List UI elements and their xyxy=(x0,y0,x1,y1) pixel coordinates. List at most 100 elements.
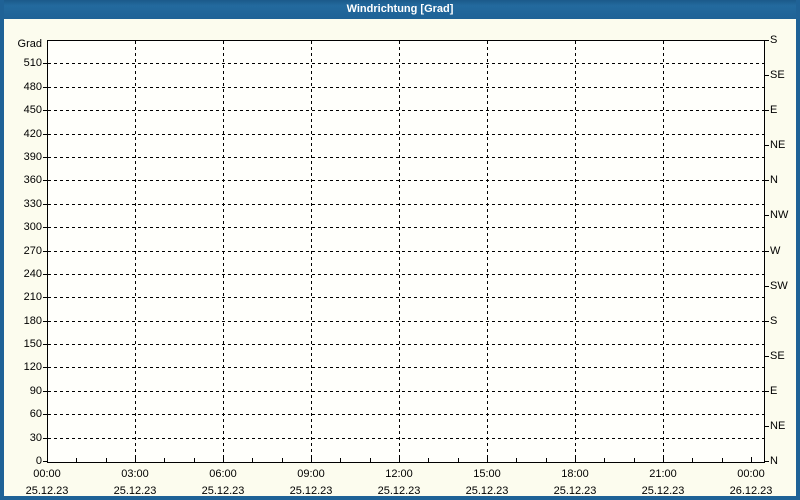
y-left-tick xyxy=(43,320,47,322)
y-left-tick-label: 60 xyxy=(29,408,42,421)
y-left-tick xyxy=(43,437,47,439)
y-left-tick xyxy=(43,86,47,88)
x-tick-date-label: 25.12.23 xyxy=(553,485,597,497)
y-right-tick xyxy=(765,285,769,287)
h-gridline xyxy=(48,414,764,416)
y-left-tick-label: 120 xyxy=(23,361,42,374)
x-minor-tick xyxy=(281,458,283,462)
y-right-tick-label: NE xyxy=(770,419,786,432)
y-right-tick-label: W xyxy=(770,244,781,257)
x-major-tick xyxy=(399,457,400,462)
h-gridline xyxy=(48,227,764,229)
y-right-tick-label: E xyxy=(770,104,778,117)
h-gridline xyxy=(48,344,764,346)
x-minor-tick xyxy=(457,458,459,462)
y-right-tick-label: N xyxy=(770,455,778,467)
x-tick-date-label: 25.12.23 xyxy=(465,485,509,497)
y-right-tick xyxy=(765,40,769,41)
y-left-tick xyxy=(43,414,47,416)
x-minor-tick xyxy=(193,458,195,462)
x-minor-tick xyxy=(164,458,166,462)
x-tick-time-label: 09:00 xyxy=(297,468,325,480)
h-gridline xyxy=(48,367,764,369)
x-tick-time-label: 00:00 xyxy=(737,468,765,480)
y-left-tick xyxy=(43,180,47,182)
y-left-tick xyxy=(43,390,47,392)
chart-window: Windrichtung [Grad] 0 30 60 90 120 150 180 210 2… xyxy=(0,0,800,500)
x-tick-date-label: 26.12.23 xyxy=(729,485,773,497)
y-left-tick-label: 300 xyxy=(23,221,42,234)
x-minor-tick xyxy=(721,458,723,462)
y-left-tick-label: 90 xyxy=(29,384,42,397)
x-major-tick xyxy=(135,457,136,462)
y-right-tick xyxy=(765,461,769,462)
x-tick-date-label: 25.12.23 xyxy=(289,485,333,497)
x-minor-tick xyxy=(252,458,254,462)
y-left-tick xyxy=(43,156,47,158)
y-left-tick-label: 450 xyxy=(23,104,42,117)
y-left-tick xyxy=(43,273,47,275)
h-gridline xyxy=(48,320,764,322)
h-gridline xyxy=(48,250,764,252)
y-right-tick-label: NW xyxy=(770,209,789,222)
x-tick-date-label: 25.12.23 xyxy=(641,485,685,497)
plot-area xyxy=(47,40,765,463)
h-gridline xyxy=(48,390,764,392)
y-left-tick xyxy=(43,250,47,252)
h-gridline xyxy=(48,63,764,65)
h-gridline xyxy=(48,110,764,112)
x-tick-time-label: 00:00 xyxy=(33,468,61,480)
y-left-tick xyxy=(43,203,47,205)
y-right-tick xyxy=(765,215,769,217)
v-gridline xyxy=(135,41,136,462)
y-axis-unit-label: Grad xyxy=(17,38,42,50)
v-gridline xyxy=(487,41,488,462)
x-tick-time-label: 06:00 xyxy=(209,468,237,480)
x-major-tick xyxy=(487,457,488,462)
y-left-tick xyxy=(43,227,47,229)
x-minor-tick xyxy=(516,458,518,462)
x-tick-time-label: 12:00 xyxy=(385,468,413,480)
y-left-tick xyxy=(43,344,47,346)
y-left-tick-label: 240 xyxy=(23,267,42,280)
x-major-tick xyxy=(751,457,752,462)
y-left-tick-label: 0 xyxy=(35,455,42,467)
h-gridline xyxy=(48,156,764,158)
y-right-tick-label: E xyxy=(770,384,778,397)
h-gridline xyxy=(48,180,764,182)
x-minor-tick xyxy=(76,458,78,462)
y-left-tick-label: 210 xyxy=(23,291,42,304)
y-right-tick xyxy=(765,180,769,182)
x-tick-date-label: 25.12.23 xyxy=(377,485,421,497)
y-left-tick-label: 330 xyxy=(23,197,42,210)
y-left-tick xyxy=(43,133,47,135)
x-minor-tick xyxy=(604,458,606,462)
y-left-tick-label: 270 xyxy=(23,244,42,257)
title-bar: Windrichtung [Grad] xyxy=(4,0,796,19)
x-major-tick xyxy=(223,457,224,462)
y-left-tick-label: 480 xyxy=(23,80,42,93)
x-minor-tick xyxy=(105,458,107,462)
y-right-tick xyxy=(765,250,769,252)
y-left-tick-label: 420 xyxy=(23,127,42,140)
x-major-tick xyxy=(47,457,48,462)
v-gridline xyxy=(311,41,312,462)
y-right-tick xyxy=(765,355,769,357)
y-right-tick-label: S xyxy=(770,34,778,46)
v-gridline xyxy=(575,41,576,462)
y-right-tick-label: S xyxy=(770,314,778,327)
y-right-tick xyxy=(765,145,769,147)
x-tick-time-label: 03:00 xyxy=(121,468,149,480)
x-major-tick xyxy=(311,457,312,462)
y-left-tick-label: 180 xyxy=(23,314,42,327)
x-minor-tick xyxy=(633,458,635,462)
x-tick-date-label: 25.12.23 xyxy=(113,485,157,497)
y-left-tick xyxy=(43,63,47,65)
y-left-tick-label: 30 xyxy=(29,431,42,444)
y-right-tick-label: SE xyxy=(770,69,785,82)
x-minor-tick xyxy=(369,458,371,462)
h-gridline xyxy=(48,133,764,135)
x-minor-tick xyxy=(692,458,694,462)
y-right-tick xyxy=(765,425,769,427)
y-right-tick-label: N xyxy=(770,174,778,187)
